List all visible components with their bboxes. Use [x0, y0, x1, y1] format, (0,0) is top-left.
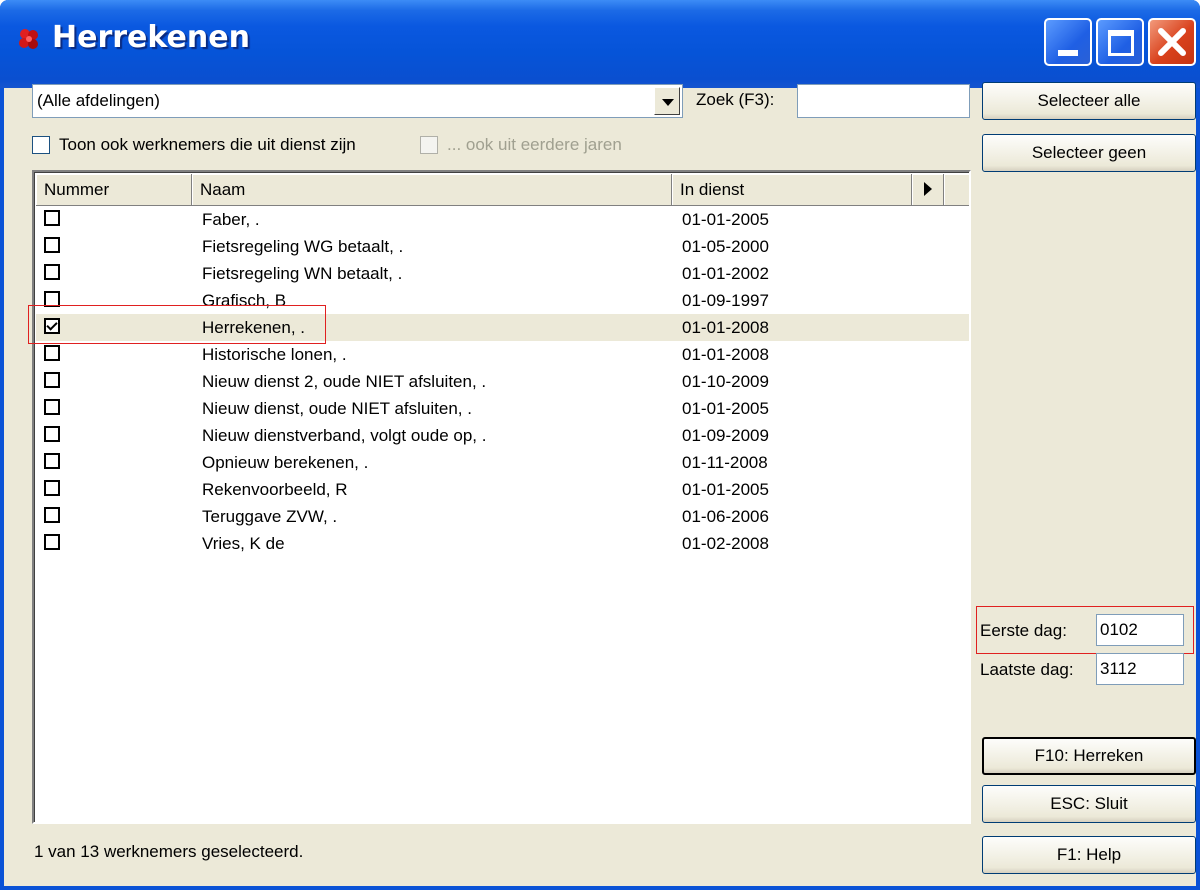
maximize-icon: [1108, 30, 1134, 56]
table-row[interactable]: Opnieuw berekenen, . 01-11-2008: [36, 449, 969, 476]
row-checkbox[interactable]: [44, 426, 60, 442]
first-day-input[interactable]: [1096, 614, 1184, 646]
title-bar[interactable]: Herrekenen: [0, 0, 1200, 88]
table-row[interactable]: Rekenvoorbeeld, R 01-01-2005: [36, 476, 969, 503]
row-name: Teruggave ZVW, .: [202, 507, 338, 526]
scroll-right-icon[interactable]: [912, 174, 944, 206]
row-in-dienst: 01-05-2000: [682, 237, 769, 256]
row-in-dienst: 01-11-2008: [682, 453, 768, 472]
header-filler: [944, 174, 969, 206]
row-in-dienst: 01-02-2008: [682, 534, 769, 553]
minimize-button[interactable]: [1044, 18, 1092, 66]
table-row[interactable]: Nieuw dienst, oude NIET afsluiten, . 01-0…: [36, 395, 969, 422]
row-in-dienst: 01-01-2005: [682, 210, 769, 229]
window-title: Herrekenen: [52, 20, 250, 55]
close-button[interactable]: ESC: Sluit: [982, 785, 1196, 823]
column-header-nummer[interactable]: Nummer: [36, 174, 192, 206]
column-header-naam[interactable]: Naam: [192, 174, 672, 206]
row-in-dienst: 01-01-2008: [682, 345, 769, 364]
row-checkbox[interactable]: [44, 264, 60, 280]
row-checkbox[interactable]: [44, 372, 60, 388]
minimize-icon: [1058, 50, 1078, 56]
table-row[interactable]: Nieuw dienstverband, volgt oude op, . 01-…: [36, 422, 969, 449]
row-in-dienst: 01-06-2006: [682, 507, 769, 526]
row-name: Nieuw dienst, oude NIET afsluiten, .: [202, 399, 472, 418]
row-checkbox[interactable]: [44, 210, 60, 226]
close-icon: [1158, 28, 1186, 56]
row-in-dienst: 01-01-2002: [682, 264, 769, 283]
row-name: Nieuw dienst 2, oude NIET afsluiten, .: [202, 372, 487, 391]
close-window-button[interactable]: [1148, 18, 1196, 66]
app-icon: [19, 29, 38, 49]
row-name: Faber, .: [202, 210, 260, 229]
row-name: Rekenvoorbeeld, R: [202, 480, 348, 499]
recalculate-button[interactable]: F10: Herreken: [982, 737, 1196, 775]
row-in-dienst: 01-09-1997: [682, 291, 769, 310]
row-name: Vries, K de: [202, 534, 285, 553]
row-checkbox[interactable]: [44, 453, 60, 469]
department-value: (Alle afdelingen): [37, 91, 160, 110]
row-name: Opnieuw berekenen, .: [202, 453, 369, 472]
employee-grid[interactable]: Nummer Naam In dienst Faber, . 01-01-2005…: [32, 170, 971, 824]
earlier-years-toggle: ... ook uit eerdere jaren: [420, 135, 622, 155]
row-in-dienst: 01-10-2009: [682, 372, 769, 391]
select-none-button[interactable]: Selecteer geen: [982, 134, 1196, 172]
row-checkbox[interactable]: [44, 345, 60, 361]
table-row[interactable]: Vries, K de 01-02-2008: [36, 530, 969, 557]
column-header-in-dienst[interactable]: In dienst: [672, 174, 912, 206]
row-name: Fietsregeling WG betaalt, .: [202, 237, 404, 256]
table-row[interactable]: Nieuw dienst 2, oude NIET afsluiten, . 01…: [36, 368, 969, 395]
row-in-dienst: 01-09-2009: [682, 426, 769, 445]
row-name: Fietsregeling WN betaalt, .: [202, 264, 403, 283]
chevron-down-icon[interactable]: [654, 87, 680, 115]
highlight-selected-row: [28, 305, 326, 344]
row-checkbox[interactable]: [44, 480, 60, 496]
show-inactive-toggle[interactable]: Toon ook werknemers die uit dienst zijn: [32, 135, 356, 155]
table-row[interactable]: Historische lonen, . 01-01-2008: [36, 341, 969, 368]
table-row[interactable]: Fietsregeling WG betaalt, . 01-05-2000: [36, 233, 969, 260]
search-input[interactable]: [797, 84, 970, 118]
row-in-dienst: 01-01-2005: [682, 480, 769, 499]
show-inactive-checkbox[interactable]: [32, 136, 50, 154]
search-label: Zoek (F3):: [696, 90, 775, 109]
last-day-label: Laatste dag:: [980, 660, 1074, 679]
maximize-button[interactable]: [1096, 18, 1144, 66]
herrekenen-window: Herrekenen (Alle afdelingen) Zoek (F3): …: [0, 0, 1200, 890]
select-all-button[interactable]: Selecteer alle: [982, 82, 1196, 120]
table-row[interactable]: Fietsregeling WN betaalt, . 01-01-2002: [36, 260, 969, 287]
status-text: 1 van 13 werknemers geselecteerd.: [34, 842, 304, 861]
row-checkbox[interactable]: [44, 507, 60, 523]
grid-header: Nummer Naam In dienst: [36, 174, 969, 206]
department-select[interactable]: (Alle afdelingen): [32, 84, 683, 118]
grid-rows: Faber, . 01-01-2005 Fietsregeling WG betaa…: [36, 206, 969, 557]
row-checkbox[interactable]: [44, 399, 60, 415]
row-in-dienst: 01-01-2008: [682, 318, 769, 337]
row-in-dienst: 01-01-2005: [682, 399, 769, 418]
show-inactive-label: Toon ook werknemers die uit dienst zijn: [59, 135, 356, 154]
help-button[interactable]: F1: Help: [982, 836, 1196, 874]
table-row[interactable]: Teruggave ZVW, . 01-06-2006: [36, 503, 969, 530]
last-day-input[interactable]: [1096, 653, 1184, 685]
earlier-years-label: ... ook uit eerdere jaren: [447, 135, 622, 154]
row-checkbox[interactable]: [44, 237, 60, 253]
row-checkbox[interactable]: [44, 534, 60, 550]
row-name: Historische lonen, .: [202, 345, 347, 364]
earlier-years-checkbox: [420, 136, 438, 154]
table-row[interactable]: Faber, . 01-01-2005: [36, 206, 969, 233]
first-day-label: Eerste dag:: [980, 621, 1067, 640]
row-name: Nieuw dienstverband, volgt oude op, .: [202, 426, 487, 445]
